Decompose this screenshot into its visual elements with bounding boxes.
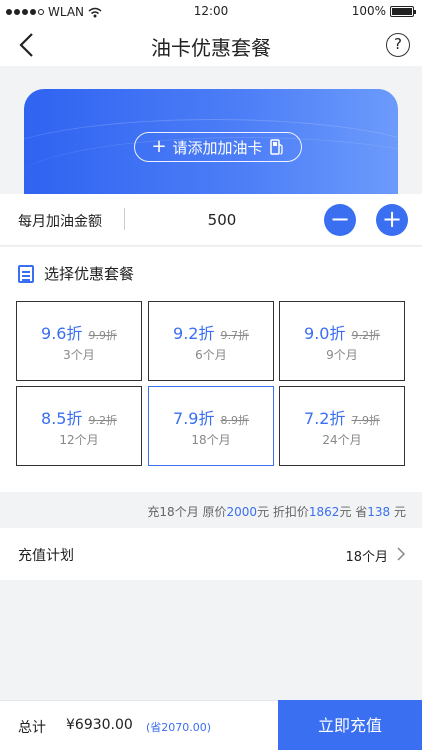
plan-discount: 9.0折 bbox=[304, 324, 346, 343]
decrease-button[interactable]: − bbox=[324, 204, 356, 236]
amount-value: 500 bbox=[207, 211, 237, 229]
battery-icon bbox=[390, 5, 416, 17]
original-price: 2000 bbox=[226, 505, 258, 519]
plan-months: 9个月 bbox=[326, 348, 358, 362]
plan-discount: 7.9折 bbox=[173, 409, 215, 428]
amount-label: 每月加油金额 bbox=[18, 214, 102, 230]
page-title: 油卡优惠套餐 bbox=[151, 36, 271, 60]
plan-original: 9.2折 bbox=[88, 414, 117, 427]
total-amount: ¥6930.00 bbox=[66, 717, 133, 733]
summary-unit: 元 省 bbox=[339, 505, 368, 519]
total-saving: (省2070.00) bbox=[146, 721, 212, 734]
summary-prefix: 充18个月 原价 bbox=[147, 505, 227, 519]
card-area: + 请添加加油卡 bbox=[0, 66, 422, 209]
status-bar: WLAN 12:00 100% bbox=[0, 0, 422, 24]
plan-months: 24个月 bbox=[322, 433, 362, 447]
saved-amount: 138 bbox=[367, 505, 391, 519]
plan-option-12-months[interactable]: 8.5折 9.2折 12个月 bbox=[16, 386, 142, 466]
notepad-icon bbox=[18, 264, 34, 283]
plan-discount: 9.2折 bbox=[173, 324, 215, 343]
monthly-amount-row: 每月加油金额 500 − + bbox=[0, 194, 422, 246]
help-icon[interactable]: ? bbox=[386, 33, 410, 57]
plan-months: 18个月 bbox=[191, 433, 231, 447]
recharge-label: 充值计划 bbox=[18, 548, 74, 564]
nav-bar: 油卡优惠套餐 ? bbox=[0, 24, 422, 66]
plan-original: 9.2折 bbox=[351, 329, 380, 342]
recharge-now-button[interactable]: 立即充值 bbox=[278, 700, 422, 750]
fuel-pump-icon bbox=[269, 139, 283, 155]
plan-option-6-months[interactable]: 9.2折 9.7折 6个月 bbox=[148, 301, 274, 381]
recharge-value: 18个月 bbox=[345, 550, 388, 565]
summary-unit: 元 bbox=[390, 505, 406, 519]
plan-months: 12个月 bbox=[59, 433, 99, 447]
plan-original: 9.9折 bbox=[88, 329, 117, 342]
battery-label: 100% bbox=[351, 4, 386, 18]
total-label: 总计 bbox=[18, 720, 46, 736]
plan-discount: 9.6折 bbox=[41, 324, 83, 343]
oil-card-banner: + 请添加加油卡 bbox=[24, 89, 398, 209]
footer-bar: 总计 ¥6930.00 (省2070.00) 立即充值 bbox=[0, 700, 422, 750]
status-right: 100% bbox=[351, 4, 416, 18]
plan-option-18-months[interactable]: 7.9折 8.9折 18个月 bbox=[148, 386, 274, 466]
plans-title: 选择优惠套餐 bbox=[44, 265, 135, 283]
plan-discount: 8.5折 bbox=[41, 409, 83, 428]
plus-icon: + bbox=[151, 136, 167, 157]
plan-option-9-months[interactable]: 9.0折 9.2折 9个月 bbox=[279, 301, 405, 381]
price-summary-row: 充18个月 原价2000元 折扣价1862元 省138 元 bbox=[0, 492, 422, 528]
add-card-button[interactable]: + 请添加加油卡 bbox=[134, 132, 302, 162]
price-summary: 充18个月 原价2000元 折扣价1862元 省138 元 bbox=[147, 503, 406, 520]
increase-button[interactable]: + bbox=[376, 204, 408, 236]
plans-header: 选择优惠套餐 bbox=[18, 263, 134, 284]
plan-original: 9.7折 bbox=[220, 329, 249, 342]
summary-unit: 元 折扣价 bbox=[257, 505, 309, 519]
plan-option-24-months[interactable]: 7.2折 7.9折 24个月 bbox=[279, 386, 405, 466]
recharge-plan-row[interactable]: 充值计划 18个月 bbox=[0, 528, 422, 580]
plan-original: 8.9折 bbox=[220, 414, 249, 427]
add-card-label: 请添加加油卡 bbox=[172, 138, 263, 157]
plan-discount: 7.2折 bbox=[304, 409, 346, 428]
divider bbox=[124, 208, 125, 230]
discount-price: 1862 bbox=[308, 505, 340, 519]
plan-months: 6个月 bbox=[195, 348, 227, 362]
plan-option-3-months[interactable]: 9.6折 9.9折 3个月 bbox=[16, 301, 142, 381]
plans-section: 选择优惠套餐 9.6折 9.9折 3个月 9.2折 9.7折 6个月 9.0折 9.2… bbox=[0, 247, 422, 492]
plan-months: 3个月 bbox=[63, 348, 95, 362]
plan-original: 7.9折 bbox=[351, 414, 380, 427]
chevron-right-icon bbox=[397, 547, 406, 561]
